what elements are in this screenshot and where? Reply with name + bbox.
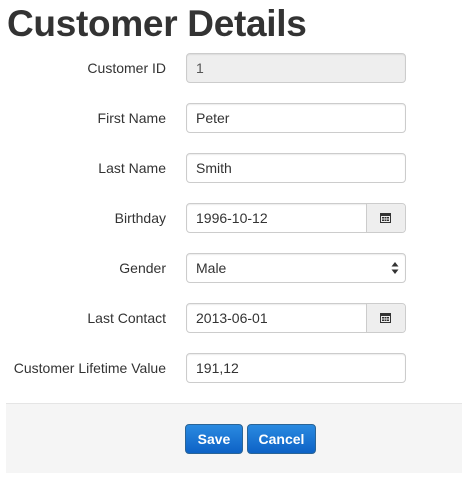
last-name-label: Last Name bbox=[98, 160, 166, 176]
last-contact-row: Last Contact bbox=[0, 303, 463, 333]
lifetime-value-field[interactable] bbox=[187, 354, 405, 382]
gender-label: Gender bbox=[119, 260, 166, 276]
customer-id-label: Customer ID bbox=[87, 60, 166, 76]
customer-details-page: Customer Details Customer ID First Name … bbox=[0, 0, 463, 485]
first-name-field-wrapper bbox=[186, 103, 406, 133]
lifetime-value-row: Customer Lifetime Value bbox=[0, 353, 463, 383]
select-arrows-icon bbox=[391, 262, 399, 274]
cancel-button[interactable]: Cancel bbox=[247, 424, 316, 454]
last-name-field[interactable] bbox=[187, 154, 405, 182]
save-button[interactable]: Save bbox=[185, 424, 243, 454]
form-actions: Save Cancel bbox=[6, 403, 462, 473]
page-title: Customer Details bbox=[7, 3, 307, 44]
first-name-field[interactable] bbox=[187, 104, 405, 132]
first-name-label: First Name bbox=[97, 110, 166, 126]
last-name-field-wrapper bbox=[186, 153, 406, 183]
birthday-label: Birthday bbox=[114, 210, 166, 226]
lifetime-value-label: Customer Lifetime Value bbox=[13, 360, 166, 376]
gender-row: Gender Male bbox=[0, 253, 463, 283]
customer-id-row: Customer ID bbox=[0, 53, 463, 83]
birthday-field-wrapper bbox=[186, 203, 406, 233]
last-name-row: Last Name bbox=[0, 153, 463, 183]
customer-id-field bbox=[187, 54, 405, 82]
calendar-icon bbox=[380, 213, 391, 223]
last-contact-calendar-button[interactable] bbox=[366, 304, 405, 332]
last-contact-field-wrapper bbox=[186, 303, 406, 333]
customer-id-field-wrapper bbox=[186, 53, 406, 83]
gender-select[interactable]: Male bbox=[186, 253, 406, 283]
gender-selected-value: Male bbox=[196, 260, 227, 276]
calendar-icon bbox=[380, 313, 391, 323]
birthday-row: Birthday bbox=[0, 203, 463, 233]
lifetime-value-field-wrapper bbox=[186, 353, 406, 383]
first-name-row: First Name bbox=[0, 103, 463, 133]
birthday-calendar-button[interactable] bbox=[366, 204, 405, 232]
last-contact-field[interactable] bbox=[187, 304, 370, 332]
birthday-field[interactable] bbox=[187, 204, 370, 232]
last-contact-label: Last Contact bbox=[87, 310, 166, 326]
